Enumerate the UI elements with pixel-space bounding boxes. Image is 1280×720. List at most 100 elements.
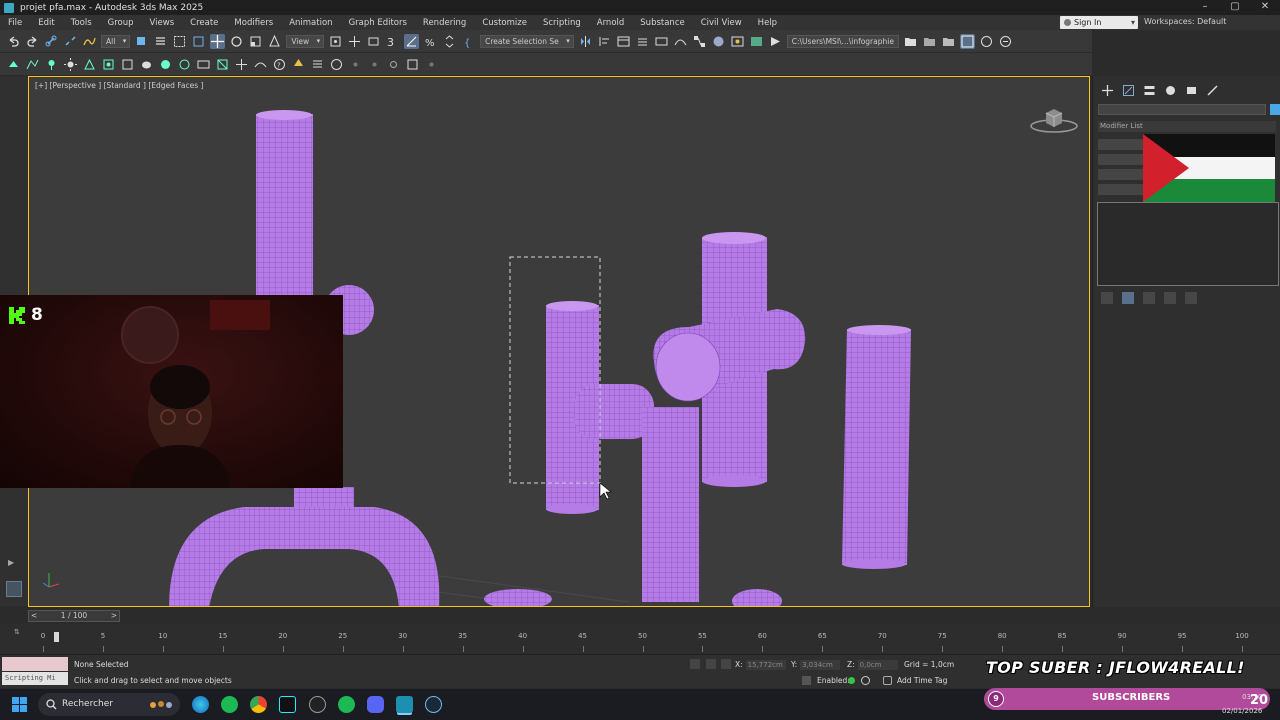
menu-rendering[interactable]: Rendering <box>415 18 474 28</box>
show-end-result-icon[interactable] <box>1122 292 1134 304</box>
motion-tab-icon[interactable] <box>1164 84 1177 97</box>
sign-in-button[interactable]: Sign In <box>1060 16 1138 29</box>
spinner-snap-icon[interactable] <box>442 34 457 49</box>
render-icon[interactable] <box>101 57 116 72</box>
named-selection-sets-dropdown[interactable]: Create Selection Se <box>480 34 574 48</box>
3dsmax-taskbar-icon[interactable] <box>396 696 413 713</box>
remove-modifier-icon[interactable] <box>1164 292 1176 304</box>
spotify-icon[interactable] <box>221 696 238 713</box>
selection-filter-dropdown[interactable]: All <box>101 34 131 48</box>
percent-snap-icon[interactable]: % <box>423 34 438 49</box>
steam-icon[interactable] <box>425 696 442 713</box>
maxscript-mini-listener[interactable]: Scripting Mi <box>2 672 68 685</box>
menu-help[interactable]: Help <box>750 18 785 28</box>
enabled-status-dot[interactable] <box>848 677 855 684</box>
snap-point-icon[interactable] <box>348 57 363 72</box>
maximize-button[interactable]: ▢ <box>1220 0 1250 15</box>
select-and-move-icon[interactable] <box>210 33 226 49</box>
collapse-arrow-icon[interactable]: ▶ <box>8 558 14 567</box>
object-name-field[interactable] <box>1098 104 1266 115</box>
workspace-selector[interactable]: Workspaces: Default <box>1144 17 1226 26</box>
scene-explorer-icon[interactable] <box>616 34 631 49</box>
record-toggle-icon[interactable] <box>861 676 870 685</box>
time-slider[interactable]: < 1 / 100 > <box>28 610 120 622</box>
viewport-layout-icon[interactable] <box>959 33 975 49</box>
isolate-selection-icon[interactable] <box>690 659 700 669</box>
snap-grid-icon[interactable] <box>367 57 382 72</box>
close-button[interactable]: ✕ <box>1250 0 1280 15</box>
utilities-tab-icon[interactable] <box>1206 84 1219 97</box>
obs-icon[interactable] <box>309 696 326 713</box>
help-icon[interactable]: ? <box>272 57 287 72</box>
select-and-place-icon[interactable] <box>267 34 282 49</box>
menu-views[interactable]: Views <box>142 18 183 28</box>
select-and-scale-icon[interactable] <box>248 34 263 49</box>
redo-icon[interactable] <box>25 34 40 49</box>
create-tab-icon[interactable] <box>1101 84 1114 97</box>
layer-icon[interactable] <box>120 57 135 72</box>
modeling-tool-icon[interactable] <box>82 57 97 72</box>
material-editor-icon[interactable] <box>711 34 726 49</box>
rendered-frame-window-icon[interactable] <box>749 34 764 49</box>
next-frame-arrow-icon[interactable]: > <box>111 611 117 621</box>
schematic-view-icon[interactable] <box>692 34 707 49</box>
asset-tracking-icon[interactable] <box>25 57 40 72</box>
material-icon[interactable] <box>177 57 192 72</box>
absolute-mode-icon[interactable] <box>721 659 731 669</box>
menu-edit[interactable]: Edit <box>30 18 62 28</box>
curve-editor-icon[interactable] <box>673 34 688 49</box>
menu-substance[interactable]: Substance <box>632 18 692 28</box>
preview-icon[interactable] <box>158 57 173 72</box>
select-by-name-icon[interactable] <box>153 34 168 49</box>
mirror-icon[interactable] <box>578 34 593 49</box>
discord-icon[interactable] <box>367 696 384 713</box>
scene-converter-icon[interactable] <box>215 57 230 72</box>
link-icon[interactable] <box>44 34 59 49</box>
prev-frame-arrow-icon[interactable]: < <box>31 611 37 621</box>
physical-camera-icon[interactable] <box>196 57 211 72</box>
layer-explorer-icon[interactable] <box>635 34 650 49</box>
light-lister-icon[interactable] <box>44 57 59 72</box>
track-bar-menu-icon[interactable]: ⇅ <box>14 628 20 636</box>
menu-graph-editors[interactable]: Graph Editors <box>341 18 415 28</box>
windows-start-icon[interactable] <box>12 697 27 712</box>
arnold-render-icon[interactable] <box>234 57 249 72</box>
track-bar[interactable]: ⇅ 0 5 10 15 20 25 30 35 40 45 50 55 60 65 70 75 80 85 90 95… <box>0 624 1280 654</box>
menu-file[interactable]: File <box>0 18 30 28</box>
viewport-label[interactable]: [+] [Perspective ] [Standard ] [Edged Fa… <box>35 81 203 90</box>
project-path-field[interactable]: C:\Users\MSI\...\infographie <box>786 34 899 48</box>
x-field[interactable]: 15,772cm <box>745 660 786 670</box>
make-unique-icon[interactable] <box>1143 292 1155 304</box>
edit-named-selection-icon[interactable]: { <box>461 34 476 49</box>
sun-position-icon[interactable] <box>63 57 78 72</box>
rectangular-selection-icon[interactable] <box>172 34 187 49</box>
tree-icon[interactable] <box>291 57 306 72</box>
taskbar-search[interactable]: Rechercher <box>38 693 180 716</box>
reference-coordinate-dropdown[interactable]: View <box>286 34 325 48</box>
teapot-icon[interactable] <box>139 57 154 72</box>
menu-scripting[interactable]: Scripting <box>535 18 589 28</box>
time-tag-icon[interactable] <box>883 676 892 685</box>
pivot-center-icon[interactable] <box>328 34 343 49</box>
snaps-toggle-icon[interactable]: 3 <box>385 34 400 49</box>
angle-snap-icon[interactable] <box>404 33 420 49</box>
modifier-stack-list[interactable] <box>1097 202 1279 286</box>
maxscript-listener-output[interactable] <box>2 657 68 671</box>
selection-lock-icon[interactable] <box>706 659 716 669</box>
menu-create[interactable]: Create <box>182 18 226 28</box>
adaptive-degradation-icon[interactable] <box>802 676 811 685</box>
menu-tools[interactable]: Tools <box>63 18 100 28</box>
spotify-2-icon[interactable] <box>338 696 355 713</box>
menu-civil-view[interactable]: Civil View <box>693 18 750 28</box>
pin-stack-icon[interactable] <box>1101 292 1113 304</box>
open-project-icon[interactable] <box>941 34 956 49</box>
question-icon[interactable] <box>329 57 344 72</box>
add-time-tag[interactable]: Add Time Tag <box>897 676 947 685</box>
project-folder-icon[interactable] <box>903 34 918 49</box>
time-slider-head[interactable] <box>54 632 59 642</box>
display-tab-icon[interactable] <box>1185 84 1198 97</box>
keyboard-shortcut-override-icon[interactable] <box>366 34 381 49</box>
arnold-ipr-icon[interactable] <box>253 57 268 72</box>
list-icon[interactable] <box>310 57 325 72</box>
hierarchy-tab-icon[interactable] <box>1143 84 1156 97</box>
